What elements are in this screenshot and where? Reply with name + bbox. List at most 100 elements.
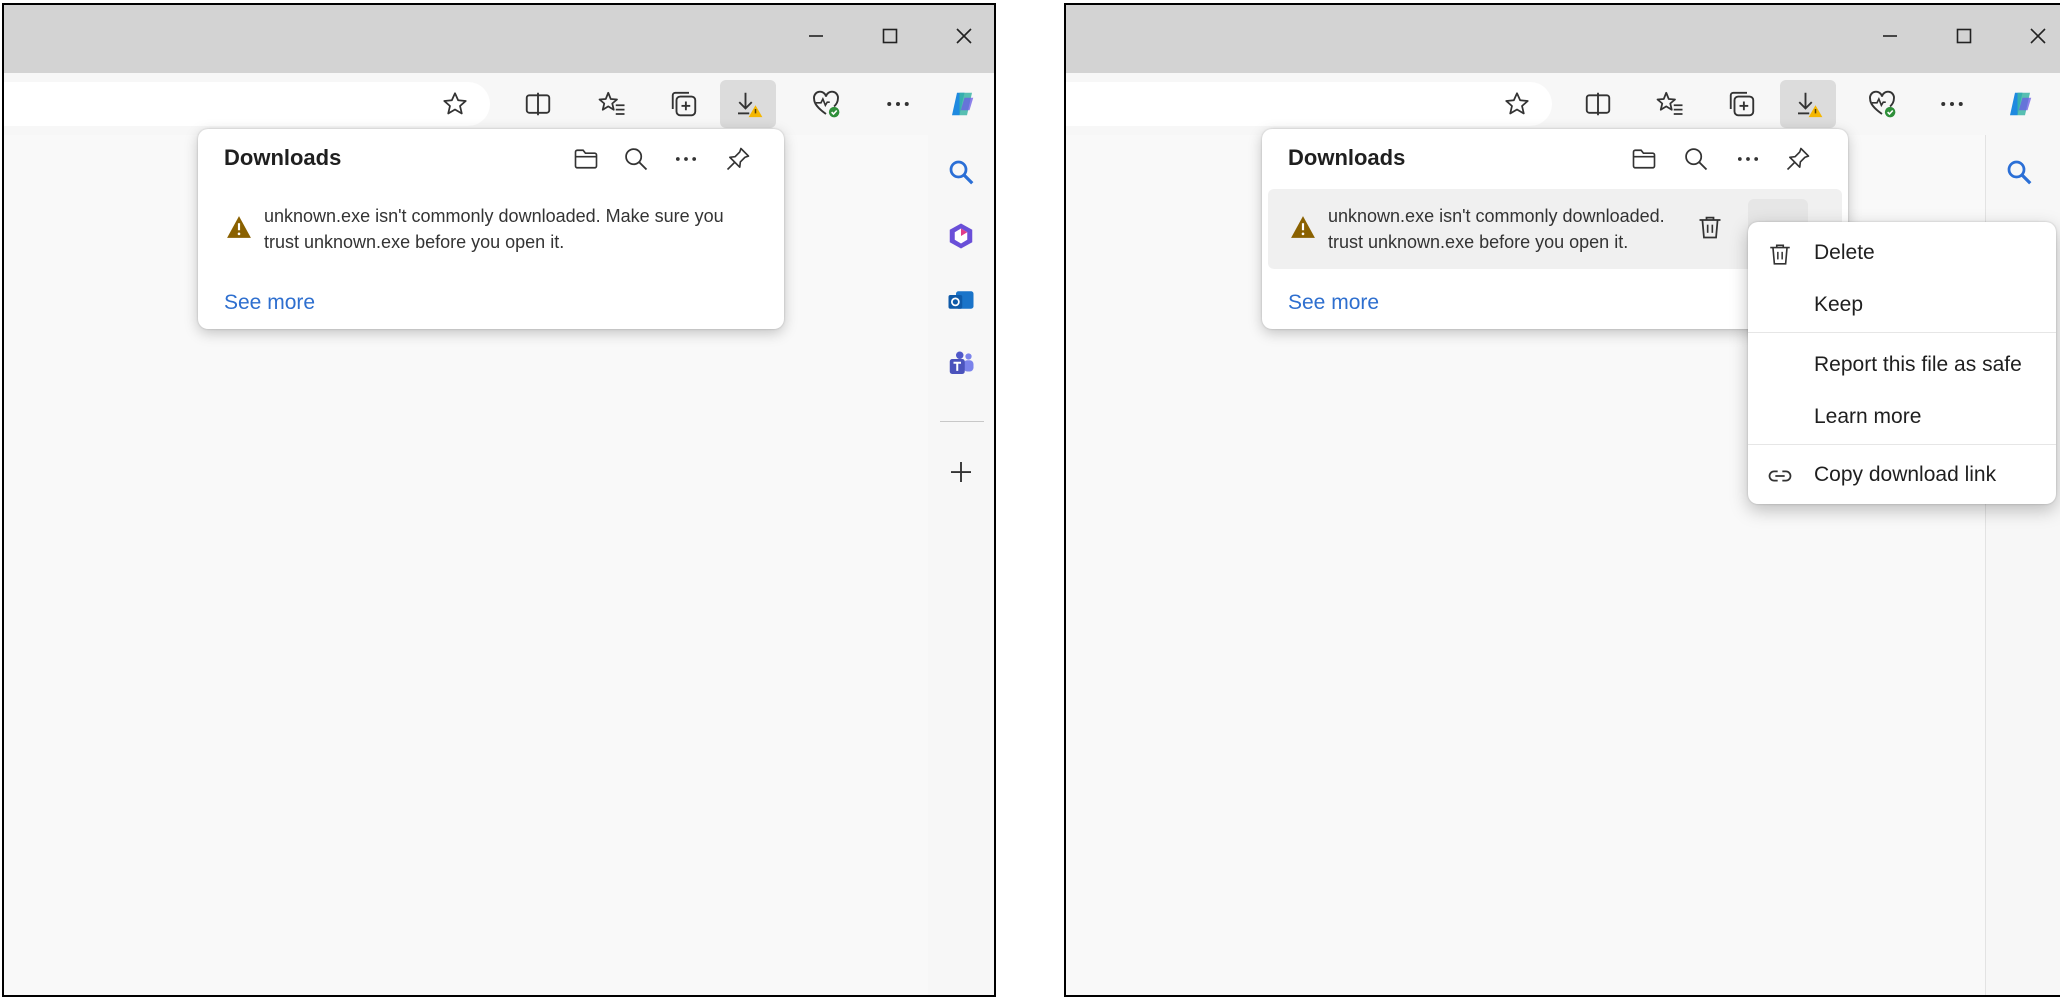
sidebar xyxy=(928,135,994,995)
downloads-flyout: Downloads unknown.exe isn't commonly dow… xyxy=(198,129,784,329)
sidebar-teams-button[interactable] xyxy=(944,347,978,381)
copilot-button[interactable] xyxy=(1992,80,2048,128)
maximize-icon xyxy=(1956,28,1972,44)
menu-item-label: Learn more xyxy=(1814,405,1922,428)
download-item[interactable]: unknown.exe isn't commonly downloaded. M… xyxy=(204,189,778,269)
menu-item-label: Report this file as safe xyxy=(1814,353,2022,376)
favorites-icon xyxy=(598,91,625,115)
browser-essentials-icon xyxy=(813,90,840,118)
search-icon xyxy=(625,148,648,171)
menu-item-delete[interactable]: Delete xyxy=(1748,230,2056,276)
browser-toolbar xyxy=(1066,73,2060,135)
downloads-title: Downloads xyxy=(1288,145,1406,170)
menu-item-learn-more[interactable]: Learn more xyxy=(1748,394,2056,440)
see-more-link[interactable]: See more xyxy=(224,291,315,315)
browser-essentials-button[interactable] xyxy=(1854,80,1910,128)
downloads-title: Downloads xyxy=(224,145,342,170)
search-downloads-button[interactable] xyxy=(616,139,656,179)
star-icon xyxy=(443,92,467,115)
download-warning-icon xyxy=(738,92,763,118)
warning-line-1: unknown.exe isn't commonly downloaded. M… xyxy=(264,206,724,226)
favorites-button[interactable] xyxy=(584,80,640,128)
download-warning-icon xyxy=(1798,92,1823,118)
outlook-icon xyxy=(948,291,974,309)
star-icon xyxy=(1505,92,1529,115)
collections-icon xyxy=(1729,91,1755,117)
warning-line-2: trust unknown.exe before you open it. xyxy=(1328,232,1629,252)
download-warning-text: unknown.exe isn't commonly downloaded. M… xyxy=(264,203,774,255)
favorite-star-button[interactable] xyxy=(1502,90,1532,118)
more-menu-button[interactable] xyxy=(1924,80,1980,128)
pin-downloads-button[interactable] xyxy=(1778,139,1818,179)
close-icon xyxy=(2030,28,2046,44)
trash-icon xyxy=(1766,240,1794,268)
downloads-button[interactable] xyxy=(1780,80,1836,128)
delete-download-button[interactable] xyxy=(1692,209,1728,245)
warning-line-1: unknown.exe isn't commonly downloaded. M… xyxy=(1328,206,1668,226)
close-window-button[interactable] xyxy=(2018,19,2058,53)
sidebar-search-button[interactable] xyxy=(944,155,978,189)
search-icon xyxy=(1685,148,1708,171)
title-bar xyxy=(1066,5,2060,73)
more-icon xyxy=(675,157,697,161)
open-downloads-folder-button[interactable] xyxy=(566,139,606,179)
copilot-button[interactable] xyxy=(934,80,990,128)
more-menu-button[interactable] xyxy=(870,80,926,128)
search-icon xyxy=(2007,160,2032,185)
address-bar[interactable] xyxy=(4,82,490,126)
split-screen-icon xyxy=(525,92,551,116)
see-more-link[interactable]: See more xyxy=(1288,291,1379,315)
copilot-365-icon xyxy=(949,223,973,249)
menu-item-keep[interactable]: Keep xyxy=(1748,282,2056,328)
menu-item-label: Keep xyxy=(1814,293,1864,316)
favorite-star-button[interactable] xyxy=(440,90,470,118)
favorites-icon xyxy=(1656,91,1683,115)
split-screen-button[interactable] xyxy=(510,80,566,128)
maximize-button[interactable] xyxy=(870,19,910,53)
minimize-button[interactable] xyxy=(1870,19,1910,53)
collections-button[interactable] xyxy=(656,80,712,128)
title-bar xyxy=(4,5,994,73)
collections-icon xyxy=(671,91,697,117)
menu-item-label: Delete xyxy=(1814,241,1875,264)
folder-icon xyxy=(574,149,598,169)
teams-icon xyxy=(949,351,974,374)
menu-item-report-safe[interactable]: Report this file as safe xyxy=(1748,342,2056,388)
menu-item-copy-link[interactable]: Copy download link xyxy=(1748,452,2056,498)
favorites-button[interactable] xyxy=(1642,80,1698,128)
sidebar-outlook-button[interactable] xyxy=(944,283,978,317)
more-icon xyxy=(1737,157,1759,161)
search-downloads-button[interactable] xyxy=(1676,139,1716,179)
search-icon xyxy=(949,160,974,185)
pin-icon xyxy=(1786,147,1810,171)
collections-button[interactable] xyxy=(1714,80,1770,128)
pin-downloads-button[interactable] xyxy=(718,139,758,179)
sidebar-copilot-365-button[interactable] xyxy=(944,219,978,253)
downloads-button[interactable] xyxy=(720,80,776,128)
open-downloads-folder-button[interactable] xyxy=(1624,139,1664,179)
maximize-button[interactable] xyxy=(1944,19,1984,53)
pin-icon xyxy=(726,147,750,171)
browser-essentials-icon xyxy=(1869,90,1896,118)
link-icon xyxy=(1766,462,1794,490)
sidebar-search-button[interactable] xyxy=(2002,155,2036,189)
warning-icon xyxy=(1291,216,1315,238)
download-warning-text: unknown.exe isn't commonly downloaded. M… xyxy=(1328,203,1668,255)
address-bar[interactable] xyxy=(1066,82,1552,126)
downloads-more-options-button[interactable] xyxy=(666,139,706,179)
downloads-more-options-button[interactable] xyxy=(1728,139,1768,179)
more-icon xyxy=(887,102,909,106)
close-window-button[interactable] xyxy=(944,19,984,53)
minimize-icon xyxy=(809,35,823,37)
browser-essentials-button[interactable] xyxy=(798,80,854,128)
minimize-button[interactable] xyxy=(796,19,836,53)
copilot-icon xyxy=(2010,92,2032,116)
download-context-menu: Delete Keep Report this file as safe Lea… xyxy=(1748,222,2056,504)
warning-icon xyxy=(227,216,251,238)
sidebar-add-button[interactable] xyxy=(944,455,978,489)
copilot-icon xyxy=(952,92,974,116)
trash-icon xyxy=(1699,216,1721,239)
split-screen-button[interactable] xyxy=(1570,80,1626,128)
add-icon xyxy=(951,462,971,482)
close-icon xyxy=(956,28,972,44)
